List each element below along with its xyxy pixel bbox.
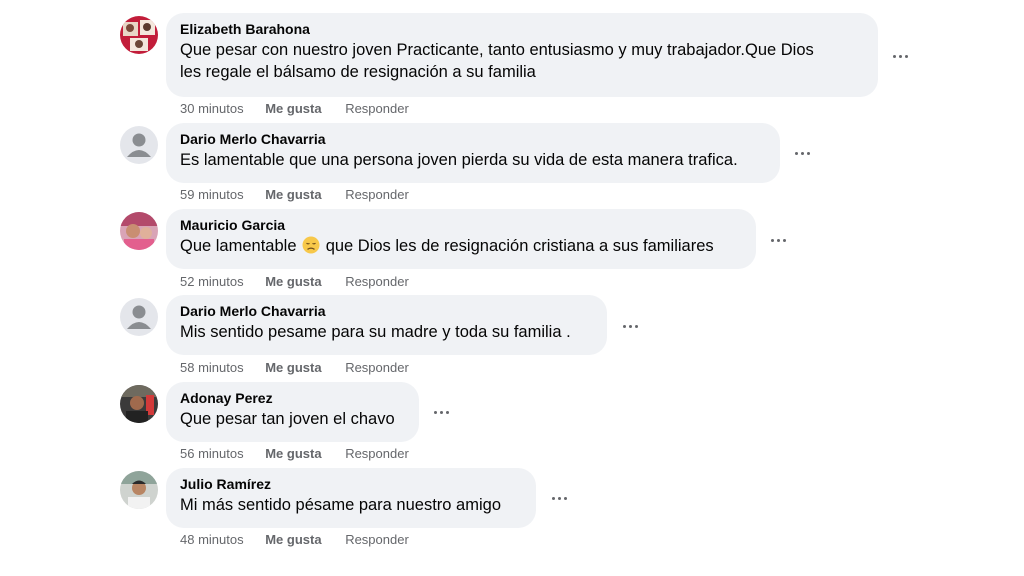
dot-icon [806, 151, 810, 155]
comment-text: Es lamentable que una persona joven pier… [180, 149, 766, 171]
more-options-button[interactable] [763, 225, 793, 255]
avatar[interactable] [120, 126, 158, 164]
comment-actions: 30 minutos Me gusta Responder [180, 101, 409, 117]
reply-button[interactable]: Responder [345, 101, 409, 116]
comment-text: Que pesar tan joven el chavo [180, 408, 405, 430]
comment-author[interactable]: Julio Ramírez [180, 476, 522, 493]
dot-icon [904, 54, 908, 58]
reply-button[interactable]: Responder [345, 446, 409, 461]
more-options-button[interactable] [615, 311, 645, 341]
like-button[interactable]: Me gusta [265, 360, 321, 375]
comment-bubble: Dario Merlo Chavarria Mis sentido pesame… [166, 295, 607, 355]
more-options-button[interactable] [544, 483, 574, 513]
comment-actions: 52 minutos Me gusta Responder [180, 274, 409, 290]
comment-text-line: Que pesar tan joven el chavo [180, 410, 395, 428]
reply-button[interactable]: Responder [345, 187, 409, 202]
comment-actions: 59 minutos Me gusta Responder [180, 187, 409, 203]
profile-photo-icon [120, 385, 158, 423]
comment-text-segment: que Dios les de resignación cristiana a … [325, 237, 714, 255]
comment-author[interactable]: Adonay Perez [180, 390, 405, 407]
comment-author[interactable]: Elizabeth Barahona [180, 21, 864, 38]
comment-text: Mis sentido pesame para su madre y toda … [180, 321, 593, 343]
avatar[interactable] [120, 212, 158, 250]
dot-icon [776, 238, 780, 242]
default-user-icon [120, 298, 158, 336]
dot-icon [622, 324, 626, 328]
dot-icon [898, 54, 902, 58]
profile-photo-icon [120, 16, 158, 54]
more-options-button[interactable] [426, 397, 456, 427]
reply-button[interactable]: Responder [345, 274, 409, 289]
comment-text: Mi más sentido pésame para nuestro amigo [180, 494, 522, 516]
more-options-button[interactable] [787, 138, 817, 168]
reply-button[interactable]: Responder [345, 532, 409, 547]
avatar[interactable] [120, 385, 158, 423]
comment-actions: 58 minutos Me gusta Responder [180, 360, 409, 376]
default-user-icon [120, 126, 158, 164]
comment-author[interactable]: Mauricio Garcia [180, 217, 742, 234]
comment-text: Que lamentable que Dios les de resignaci… [180, 235, 742, 257]
comment-text-line: Mi más sentido pésame para nuestro amigo [180, 496, 501, 514]
comment-author[interactable]: Dario Merlo Chavarria [180, 303, 593, 320]
dot-icon [892, 54, 896, 58]
like-button[interactable]: Me gusta [265, 274, 321, 289]
comment-bubble: Julio Ramírez Mi más sentido pésame para… [166, 468, 536, 528]
comment-text-line: Que pesar con nuestro joven Practicante,… [180, 41, 814, 59]
dot-icon [563, 496, 567, 500]
comment-text-line: Es lamentable que una persona joven pier… [180, 151, 738, 169]
avatar[interactable] [120, 471, 158, 509]
comment-author[interactable]: Dario Merlo Chavarria [180, 131, 766, 148]
dot-icon [439, 410, 443, 414]
comment-bubble: Adonay Perez Que pesar tan joven el chav… [166, 382, 419, 442]
comment-text-line: Mis sentido pesame para su madre y toda … [180, 323, 571, 341]
comment-timestamp[interactable]: 56 minutos [180, 446, 244, 461]
comment-timestamp[interactable]: 30 minutos [180, 101, 244, 116]
dot-icon [794, 151, 798, 155]
comment-actions: 56 minutos Me gusta Responder [180, 446, 409, 462]
dot-icon [557, 496, 561, 500]
comment-actions: 48 minutos Me gusta Responder [180, 532, 409, 548]
comment-text: Que pesar con nuestro joven Practicante,… [180, 39, 864, 83]
like-button[interactable]: Me gusta [265, 446, 321, 461]
comment-timestamp[interactable]: 59 minutos [180, 187, 244, 202]
dot-icon [634, 324, 638, 328]
dot-icon [800, 151, 804, 155]
dot-icon [770, 238, 774, 242]
dot-icon [445, 410, 449, 414]
dot-icon [628, 324, 632, 328]
comment-text-segment: Que lamentable [180, 237, 297, 255]
more-options-button[interactable] [885, 41, 915, 71]
comment-timestamp[interactable]: 48 minutos [180, 532, 244, 547]
comment-bubble: Dario Merlo Chavarria Es lamentable que … [166, 123, 780, 183]
comments-list: Elizabeth Barahona Que pesar con nuestro… [0, 0, 1024, 576]
comment-bubble: Elizabeth Barahona Que pesar con nuestro… [166, 13, 878, 97]
comment-text-line: les regale el bálsamo de resignación a s… [180, 63, 536, 81]
dot-icon [551, 496, 555, 500]
like-button[interactable]: Me gusta [265, 532, 321, 547]
avatar[interactable] [120, 298, 158, 336]
reply-button[interactable]: Responder [345, 360, 409, 375]
avatar[interactable] [120, 16, 158, 54]
disappointed-face-emoji [302, 236, 320, 254]
comment-timestamp[interactable]: 52 minutos [180, 274, 244, 289]
comment-bubble: Mauricio Garcia Que lamentable que Dios … [166, 209, 756, 269]
like-button[interactable]: Me gusta [265, 101, 321, 116]
profile-photo-icon [120, 212, 158, 250]
profile-photo-icon [120, 471, 158, 509]
comment-timestamp[interactable]: 58 minutos [180, 360, 244, 375]
dot-icon [433, 410, 437, 414]
like-button[interactable]: Me gusta [265, 187, 321, 202]
dot-icon [782, 238, 786, 242]
